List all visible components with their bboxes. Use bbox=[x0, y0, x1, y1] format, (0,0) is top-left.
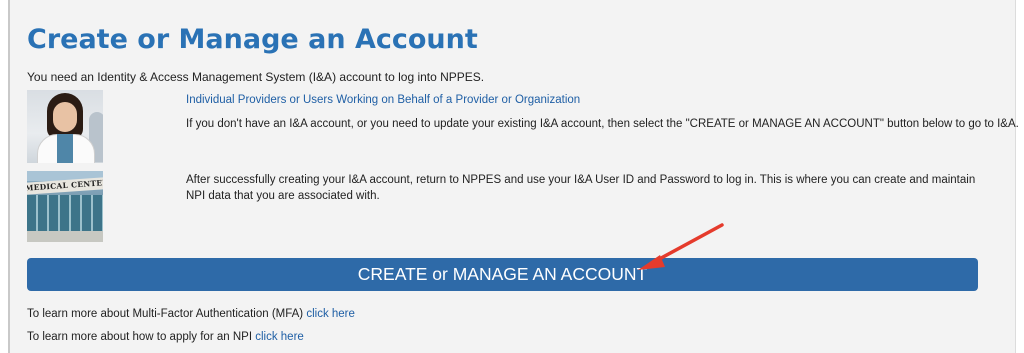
mfa-info-text: To learn more about Multi-Factor Authent… bbox=[27, 308, 307, 320]
red-arrow-annotation-icon bbox=[638, 223, 724, 270]
building-base-shape bbox=[27, 231, 103, 242]
glass-facade-shape bbox=[27, 195, 103, 231]
scrubs-shape bbox=[57, 134, 73, 163]
providers-section-link[interactable]: Individual Providers or Users Working on… bbox=[186, 94, 580, 106]
mfa-info-line: To learn more about Multi-Factor Authent… bbox=[27, 308, 355, 320]
create-manage-account-button[interactable]: CREATE or MANAGE AN ACCOUNT bbox=[27, 258, 978, 291]
intro-text: You need an Identity & Access Management… bbox=[27, 70, 485, 84]
provider-photo bbox=[27, 90, 103, 163]
npi-info-line: To learn more about how to apply for an … bbox=[27, 331, 304, 343]
face-shape bbox=[53, 102, 77, 132]
npi-info-text: To learn more about how to apply for an … bbox=[27, 331, 256, 343]
medical-center-photo: MEDICAL CENTER bbox=[27, 171, 103, 242]
instructions-paragraph-2: After successfully creating your I&A acc… bbox=[186, 174, 976, 202]
npi-click-here-link[interactable]: click here bbox=[255, 331, 304, 343]
mfa-click-here-link[interactable]: click here bbox=[306, 308, 355, 320]
page-title: Create or Manage an Account bbox=[27, 24, 478, 55]
instructions-paragraph-1: If you don't have an I&A account, or you… bbox=[186, 118, 1019, 130]
